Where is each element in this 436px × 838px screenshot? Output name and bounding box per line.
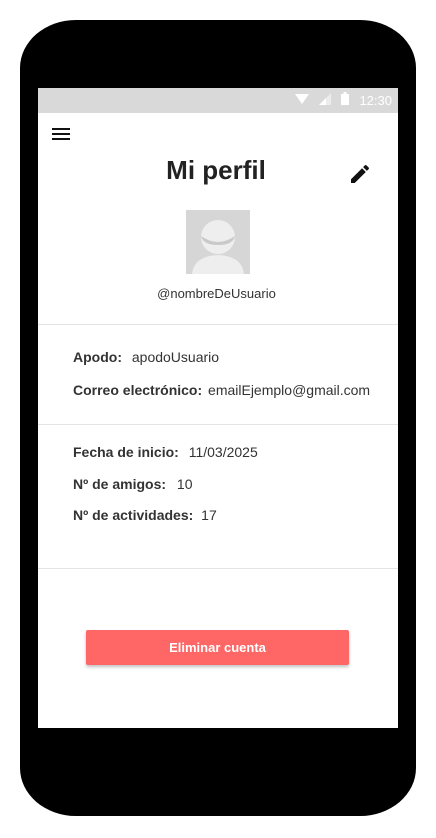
page-title: Mi perfil <box>166 155 266 185</box>
username-label: @nombreDeUsuario <box>157 286 276 301</box>
start-date-value: 11/03/2025 <box>188 444 258 460</box>
start-date-row: Fecha de inicio: 11/03/2025 <box>73 444 258 460</box>
start-date-label: Fecha de inicio: <box>73 444 179 460</box>
status-time: 12:30 <box>359 93 392 108</box>
activities-value: 17 <box>201 507 217 523</box>
friends-label: Nº de amigos: <box>73 476 167 492</box>
status-bar: 12:30 <box>38 88 398 113</box>
pencil-icon[interactable] <box>348 162 372 186</box>
delete-account-button[interactable]: Eliminar cuenta <box>86 630 349 665</box>
divider <box>38 568 398 569</box>
email-row: Correo electrónico: emailEjemplo@gmail.c… <box>73 382 370 398</box>
phone-screen: 12:30 Mi perfil @nombreDeUsuario Apodo: … <box>38 88 398 728</box>
menu-icon[interactable] <box>50 126 72 144</box>
friends-value: 10 <box>176 476 193 492</box>
activities-row: Nº de actividades: 17 <box>73 507 217 523</box>
battery-icon <box>341 91 350 110</box>
activities-label: Nº de actividades: <box>73 507 194 523</box>
user-placeholder-icon <box>186 210 250 274</box>
nickname-label: Apodo: <box>73 349 122 365</box>
nickname-value: apodoUsuario <box>131 349 220 365</box>
nickname-row: Apodo: apodoUsuario <box>73 349 219 365</box>
divider <box>38 324 398 325</box>
email-value: emailEjemplo@gmail.com <box>208 382 371 398</box>
divider <box>38 424 398 425</box>
signal-icon <box>319 92 332 110</box>
friends-row: Nº de amigos: 10 <box>73 476 193 492</box>
wifi-icon <box>295 92 310 110</box>
email-label: Correo electrónico: <box>73 382 203 398</box>
